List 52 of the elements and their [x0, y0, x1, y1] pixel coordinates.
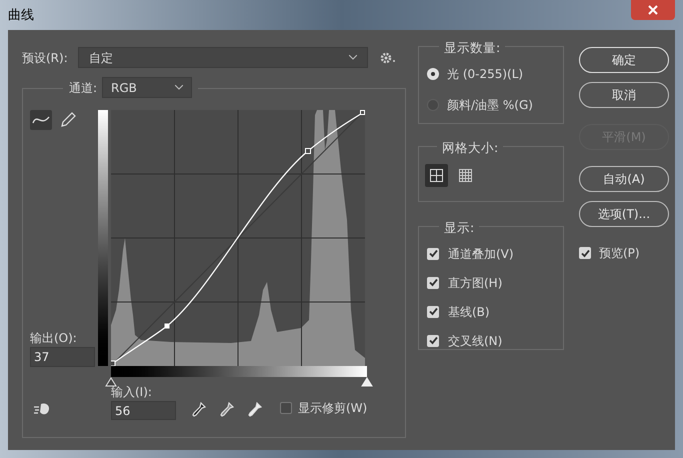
channel-label: 通道: — [69, 80, 98, 96]
dialog-button[interactable]: 确定 — [579, 47, 669, 73]
checkbox[interactable] — [579, 247, 591, 259]
checkbox[interactable] — [427, 306, 439, 318]
curve-graph[interactable] — [111, 110, 365, 366]
curve-point[interactable] — [305, 148, 311, 154]
slider-handle[interactable] — [105, 377, 117, 387]
checkbox[interactable] — [427, 276, 439, 289]
checkbox[interactable] — [280, 402, 292, 414]
dialog-button[interactable]: 选项(T)... — [579, 201, 669, 227]
eyedropper-icon[interactable] — [220, 402, 234, 418]
chevron-icon — [175, 85, 184, 90]
preset-label: 预设(R): — [22, 50, 69, 66]
group-title: 显示数量: — [444, 40, 500, 55]
eyedropper-icon[interactable] — [192, 402, 206, 418]
checkbox-label: 直方图(H) — [448, 274, 502, 292]
eyedropper-icon[interactable] — [248, 402, 262, 418]
output-field[interactable]: 37 — [30, 347, 95, 367]
checkbox[interactable] — [427, 334, 439, 347]
close-icon — [648, 5, 658, 15]
input-field[interactable]: 56 — [111, 401, 176, 420]
dialog-button[interactable]: 自动(A) — [579, 166, 669, 192]
checkbox-label: 基线(B) — [448, 304, 490, 321]
radio-label: 颜料/油墨 %(G) — [447, 96, 533, 114]
output-label: 输出(O): — [30, 330, 78, 347]
curve-point[interactable] — [360, 110, 365, 115]
input-label: 输入(I): — [111, 384, 153, 401]
group-title: 网格大小: — [442, 140, 498, 155]
hand-adjust-icon[interactable] — [33, 402, 51, 416]
window-title: 曲线 — [8, 7, 34, 25]
curve-tool-icon — [32, 115, 50, 125]
checkbox-label: 交叉线(N) — [448, 332, 502, 350]
dialog-button[interactable]: 取消 — [579, 82, 669, 108]
curve-point[interactable] — [111, 360, 116, 366]
gear-icon[interactable] — [380, 52, 396, 64]
tool-button[interactable] — [30, 110, 52, 130]
radio-button[interactable] — [427, 68, 439, 80]
slider-handle[interactable] — [361, 377, 373, 387]
close-button[interactable] — [631, 0, 675, 20]
chevron-icon — [349, 55, 357, 60]
show-clipping-label: 显示修剪(W) — [298, 400, 368, 417]
radio-label: 光 (0-255)(L) — [447, 66, 524, 83]
detailed-grid-icon — [459, 168, 472, 182]
pencil-icon — [60, 112, 76, 128]
channel-dropdown[interactable]: RGB — [102, 77, 192, 98]
checkbox[interactable] — [427, 248, 439, 260]
simple-grid-icon — [430, 168, 443, 182]
preset-dropdown[interactable]: 自定 — [78, 47, 368, 68]
group-title: 显示: — [444, 220, 474, 235]
preview-label: 预览(P) — [599, 245, 640, 262]
checkbox-label: 通道叠加(V) — [448, 246, 514, 263]
grid-size-button[interactable] — [425, 164, 448, 187]
